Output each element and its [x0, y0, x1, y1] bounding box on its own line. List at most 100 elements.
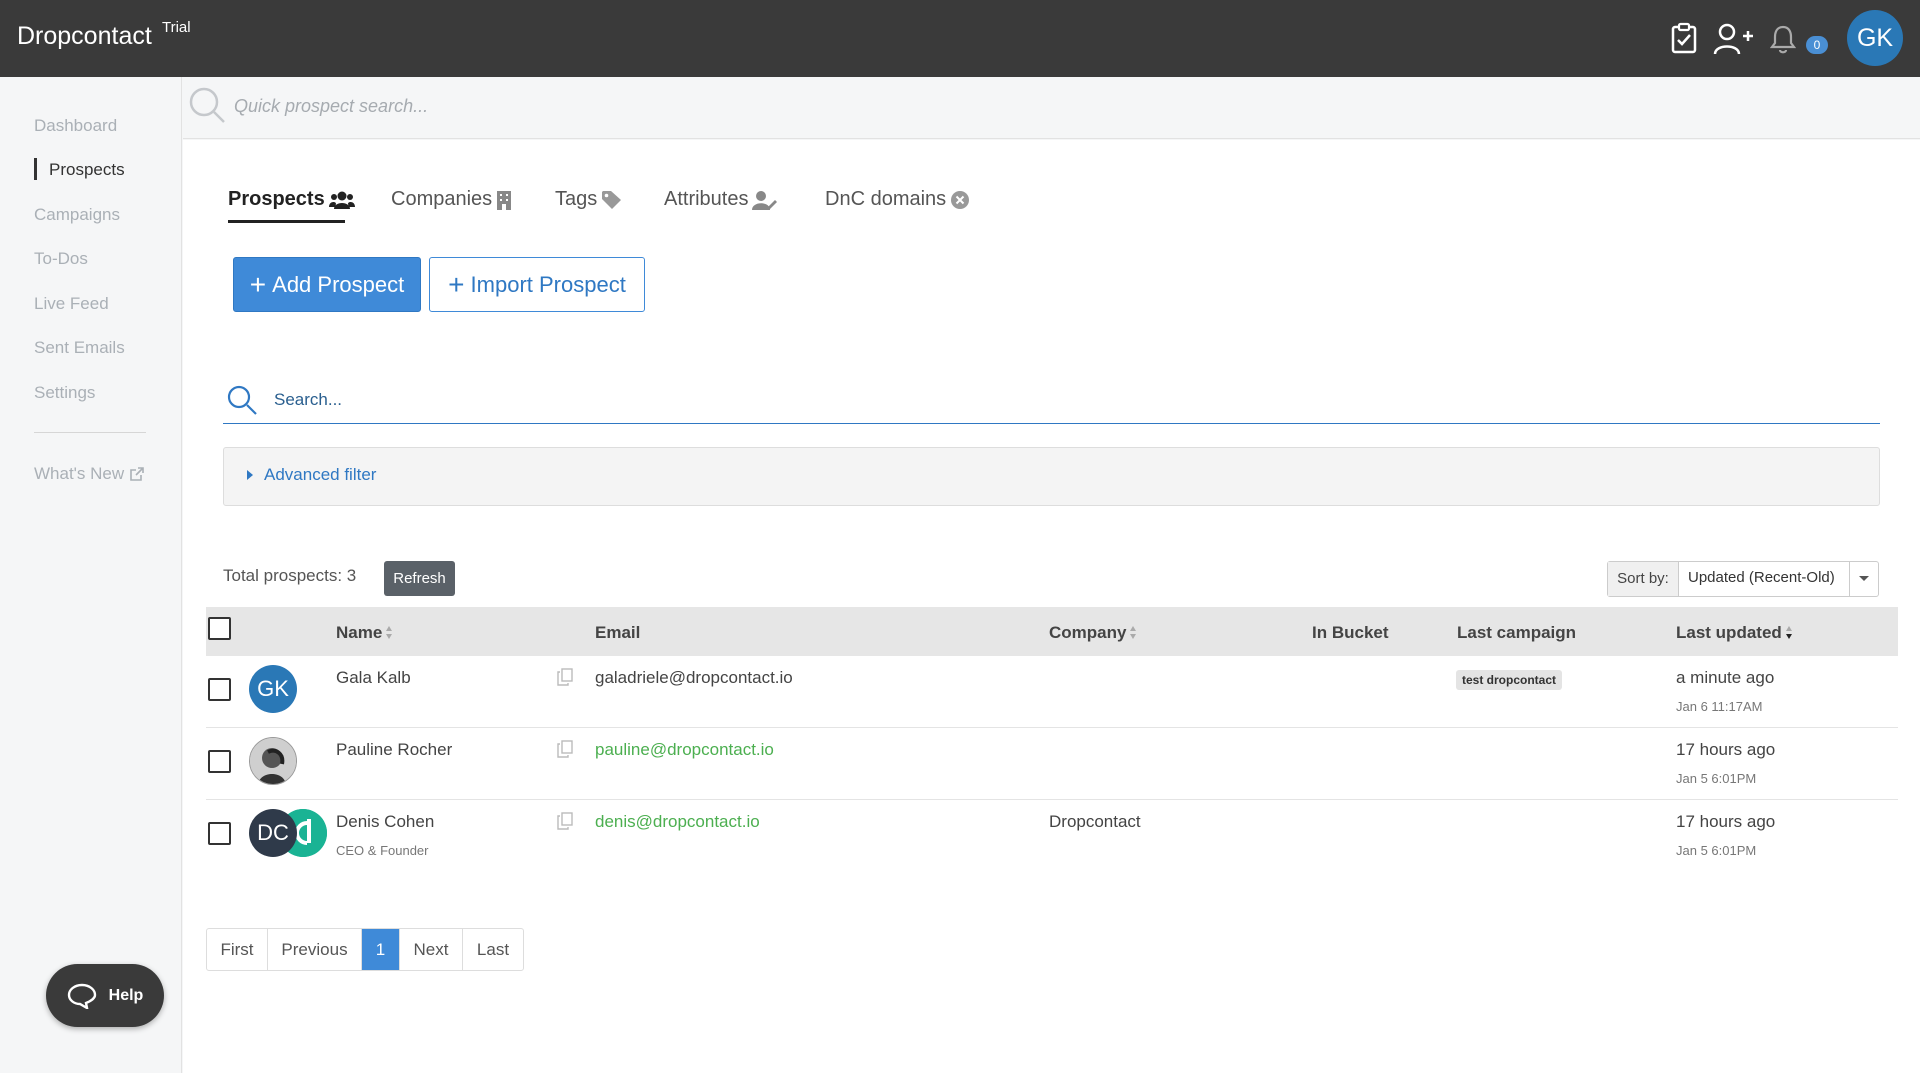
sort-icon	[1130, 626, 1137, 640]
column-header-company[interactable]: Company	[1049, 623, 1137, 643]
copy-icon[interactable]	[557, 740, 573, 763]
import-prospect-button[interactable]: + Import Prospect	[429, 257, 645, 312]
sort-label: Sort by:	[1608, 562, 1679, 596]
sidebar-item-campaigns[interactable]: Campaigns	[34, 205, 120, 225]
add-user-icon[interactable]	[1713, 22, 1755, 61]
tab-prospects[interactable]: Prospects	[228, 188, 355, 211]
avatar	[249, 737, 297, 785]
sidebar-item-whats-new[interactable]: What's New	[34, 464, 145, 484]
avatar: GK	[249, 665, 297, 713]
plus-icon: +	[448, 268, 465, 300]
prospect-job-title: CEO & Founder	[336, 843, 429, 858]
column-header-last-campaign: Last campaign	[1457, 623, 1577, 642]
tab-tags[interactable]: Tags	[555, 188, 623, 211]
prospect-search-input[interactable]	[274, 390, 1074, 410]
last-updated-relative: a minute ago	[1676, 668, 1775, 687]
sidebar-item-live-feed[interactable]: Live Feed	[34, 294, 109, 314]
sidebar-item-dashboard[interactable]: Dashboard	[34, 116, 117, 136]
sort-icon	[386, 626, 393, 640]
plan-badge: Trial	[162, 19, 191, 36]
last-updated-relative: 17 hours ago	[1676, 812, 1776, 831]
tab-prospects-label: Prospects	[228, 188, 325, 210]
advanced-filter-panel[interactable]	[223, 447, 1880, 506]
prospect-name[interactable]: Denis Cohen	[336, 812, 434, 832]
sidebar-item-todos[interactable]: To-Dos	[34, 249, 88, 269]
tag-icon	[602, 190, 622, 209]
tab-attributes[interactable]: Attributes	[664, 188, 778, 211]
search-icon	[226, 384, 258, 421]
prospect-email[interactable]: pauline@dropcontact.io	[595, 740, 774, 760]
chevron-down-icon	[1859, 576, 1869, 581]
pagination-first[interactable]: First	[207, 929, 268, 970]
row-checkbox[interactable]	[208, 750, 231, 773]
pagination-next[interactable]: Next	[400, 929, 463, 970]
sidebar-item-prospects[interactable]: Prospects	[49, 160, 125, 180]
row-divider	[206, 727, 1898, 728]
add-prospect-label: Add Prospect	[272, 271, 405, 297]
users-icon	[328, 191, 355, 209]
prospect-name[interactable]: Pauline Rocher	[336, 740, 452, 760]
column-header-in-bucket: In Bucket	[1312, 623, 1389, 642]
tab-companies-label: Companies	[391, 188, 493, 210]
plus-icon: +	[249, 268, 267, 300]
profile-photo-icon	[250, 738, 296, 784]
tab-dnc-domains[interactable]: DnC domains	[825, 188, 970, 211]
column-header-last-updated[interactable]: Last updated	[1676, 623, 1793, 643]
column-header-last-updated-label: Last updated	[1676, 623, 1782, 642]
tab-tags-label: Tags	[555, 188, 598, 210]
caret-right-icon	[247, 470, 253, 480]
advanced-filter-toggle[interactable]: Advanced filter	[264, 465, 376, 485]
copy-icon[interactable]	[557, 668, 573, 691]
bell-icon[interactable]	[1769, 24, 1797, 59]
sidebar	[0, 77, 182, 1073]
top-bar	[0, 0, 1920, 77]
sidebar-item-sent-emails[interactable]: Sent Emails	[34, 338, 125, 358]
quick-search-input[interactable]	[234, 96, 834, 117]
row-divider	[206, 799, 1898, 800]
total-prospects-count: Total prospects: 3	[223, 566, 357, 585]
notification-count-badge: 0	[1806, 36, 1828, 54]
help-button[interactable]: Help	[46, 964, 164, 1027]
column-header-company-label: Company	[1049, 623, 1127, 642]
import-prospect-label: Import Prospect	[470, 271, 626, 297]
sidebar-item-settings[interactable]: Settings	[34, 383, 95, 403]
sidebar-divider	[34, 432, 146, 433]
last-updated-date: Jan 5 6:01PM	[1676, 843, 1757, 858]
select-all-checkbox[interactable]	[208, 617, 231, 640]
avatar: DC	[249, 809, 297, 857]
prospect-email[interactable]: galadriele@dropcontact.io	[595, 668, 793, 688]
external-link-icon	[130, 467, 144, 481]
brand-logo[interactable]: Dropcontact	[17, 22, 152, 51]
chat-bubble-icon	[67, 983, 96, 1009]
row-checkbox[interactable]	[208, 678, 231, 701]
help-label: Help	[108, 986, 144, 1004]
tab-companies[interactable]: Companies	[391, 188, 512, 211]
whats-new-label: What's New	[34, 464, 125, 483]
circle-x-icon	[951, 190, 970, 209]
pagination-last[interactable]: Last	[463, 929, 523, 970]
prospect-company[interactable]: Dropcontact	[1049, 812, 1141, 832]
prospect-email[interactable]: denis@dropcontact.io	[595, 812, 760, 832]
tab-attributes-label: Attributes	[664, 188, 749, 210]
campaign-tag[interactable]: test dropcontact	[1456, 670, 1563, 690]
last-updated-date: Jan 5 6:01PM	[1676, 771, 1757, 786]
add-prospect-button[interactable]: + Add Prospect	[233, 257, 421, 312]
pagination-previous[interactable]: Previous	[268, 929, 362, 970]
active-tab-underline	[228, 220, 345, 223]
tab-dnc-domains-label: DnC domains	[825, 188, 947, 210]
row-checkbox[interactable]	[208, 822, 231, 845]
sort-value[interactable]: Updated (Recent-Old)	[1688, 569, 1835, 586]
pagination-page-current[interactable]: 1	[362, 929, 400, 970]
pagination: First Previous 1 Next Last	[206, 928, 524, 971]
clipboard-check-icon[interactable]	[1671, 22, 1697, 59]
column-header-name-label: Name	[336, 623, 383, 642]
search-icon	[188, 86, 226, 129]
building-icon	[497, 190, 512, 210]
sidebar-active-indicator	[34, 158, 37, 180]
last-updated-date: Jan 6 11:17AM	[1676, 699, 1763, 714]
user-avatar[interactable]: GK	[1847, 10, 1903, 66]
refresh-button[interactable]: Refresh	[384, 561, 455, 596]
prospect-name[interactable]: Gala Kalb	[336, 668, 411, 688]
column-header-name[interactable]: Name	[336, 623, 393, 643]
copy-icon[interactable]	[557, 812, 573, 835]
